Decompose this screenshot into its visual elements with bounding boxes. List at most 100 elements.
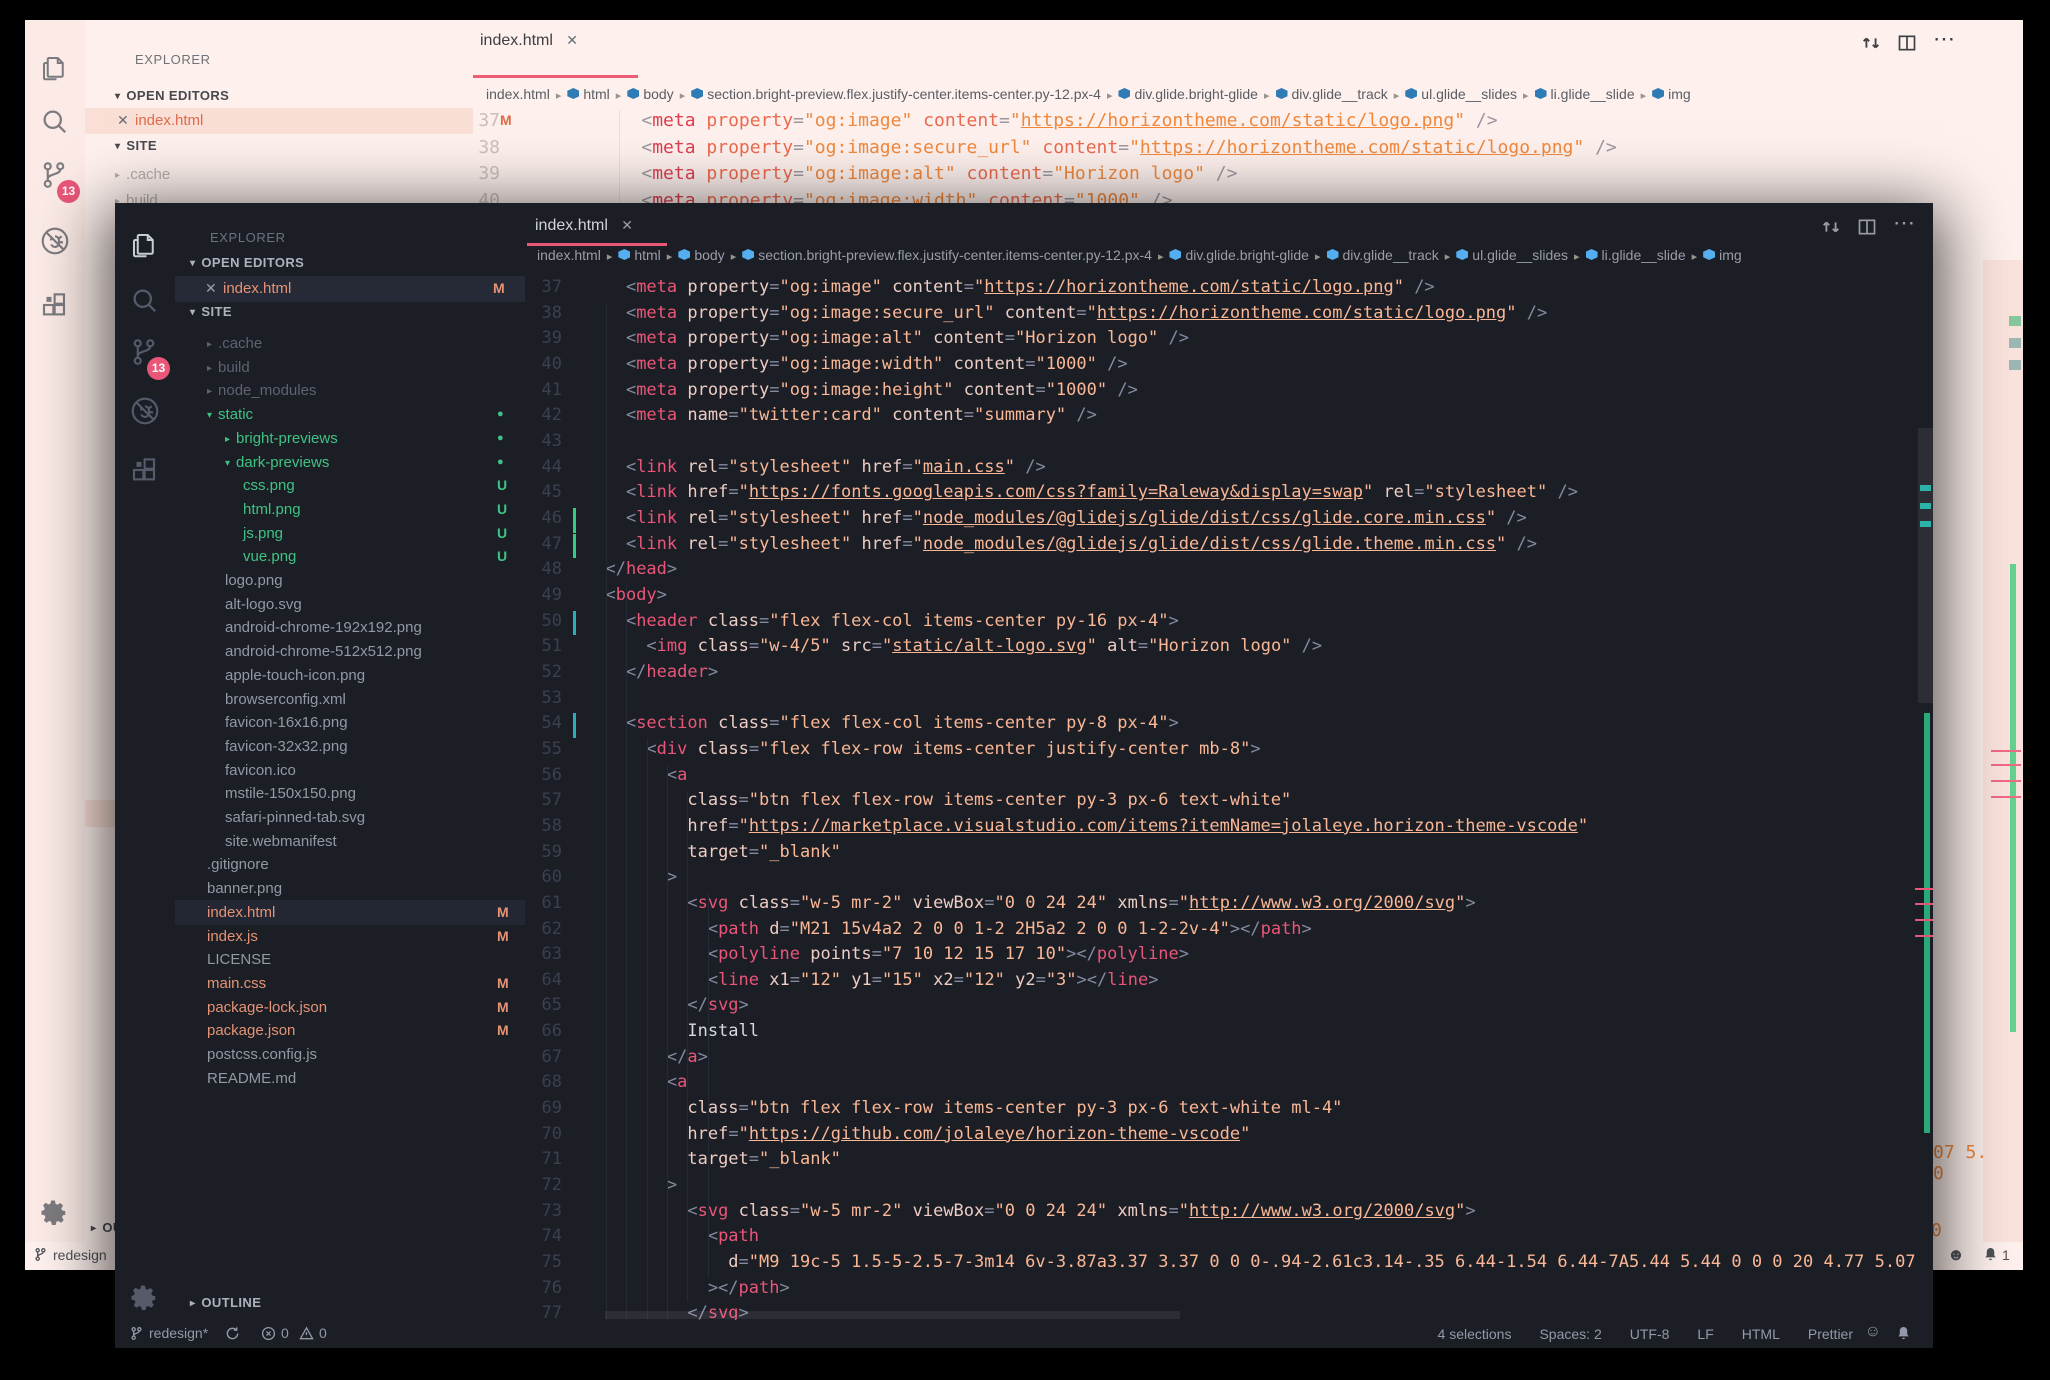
source-control-icon[interactable]: 13 [129,337,161,369]
settings-gear-icon[interactable] [39,1198,71,1230]
tree-item-vue.png[interactable]: vue.pngU [175,544,525,569]
tree-item-logo.png[interactable]: logo.png [175,568,525,593]
open-changes-icon[interactable] [1820,216,1842,238]
search-icon[interactable] [39,106,71,138]
tree-item-favicon-16x16.png[interactable]: favicon-16x16.png [175,710,525,735]
git-branch-label[interactable]: redesign [53,1247,107,1263]
code-line-55[interactable]: <div class="flex flex-row items-center j… [585,739,1915,759]
code-line-71[interactable]: target="_blank" [585,1149,1915,1169]
tree-item-banner.png[interactable]: banner.png [175,876,525,901]
breadcrumb-item[interactable]: section.bright-preview.flex.justify-cent… [758,247,1152,263]
breadcrumb-item[interactable]: html [634,247,660,263]
feedback-smiley-icon[interactable]: ☺ [1865,1323,1881,1341]
errors-icon[interactable] [261,1326,276,1341]
code-line-37[interactable]: <meta property="og:image" content="https… [585,277,1915,297]
code-line-37[interactable]: <meta property="og:image" content="https… [598,110,1983,131]
code-line-54[interactable]: <section class="flex flex-col items-cent… [585,713,1915,733]
outline-header[interactable]: ▸OUTLINE [190,1295,261,1310]
tree-item-browserconfig.xml[interactable]: browserconfig.xml [175,687,525,712]
tree-item-.gitignore[interactable]: .gitignore [175,852,525,877]
code-line-38[interactable]: <meta property="og:image:secure_url" con… [585,303,1915,323]
code-line-67[interactable]: </a> [585,1047,1915,1067]
site-section-header[interactable]: ▾SITE [190,304,232,319]
breadcrumb-item[interactable]: div.glide.bright-glide [1185,247,1308,263]
code-line-75[interactable]: d="M9 19c-5 1.5-5-2.5-7-3m14 6v-3.87a3.3… [585,1252,1915,1272]
debug-disabled-icon[interactable] [129,395,161,427]
code-line-69[interactable]: class="btn flex flex-row items-center py… [585,1098,1915,1118]
tree-item-dark-previews[interactable]: ▾dark-previews● [175,450,525,475]
git-branch-label[interactable]: redesign* [149,1325,208,1341]
tree-item-favicon-32x32.png[interactable]: favicon-32x32.png [175,734,525,759]
code-line-68[interactable]: <a [585,1072,1915,1092]
breadcrumb-item[interactable]: ul.glide__slides [1421,86,1517,102]
code-line-65[interactable]: </svg> [585,995,1915,1015]
close-icon[interactable]: ✕ [205,280,217,297]
code-line-51[interactable]: <img class="w-4/5" src="static/alt-logo.… [585,636,1915,656]
open-editor-row[interactable]: ✕ index.html M [85,108,473,134]
breadcrumb-item[interactable]: body [694,247,724,263]
tree-item-package-lock.json[interactable]: package-lock.jsonM [175,995,525,1020]
breadcrumb-item[interactable]: li.glide__slide [1602,247,1686,263]
git-branch-icon[interactable] [33,1247,48,1262]
close-icon[interactable]: ✕ [117,112,129,129]
code-line-64[interactable]: <line x1="12" y1="15" x2="12" y2="3"></l… [585,970,1915,990]
code-line-44[interactable]: <link rel="stylesheet" href="main.css" /… [585,457,1915,477]
tree-item-main.css[interactable]: main.cssM [175,971,525,996]
tab-index-html[interactable]: index.html ✕ [480,32,578,50]
breadcrumb-item[interactable]: img [1668,86,1691,102]
code-line-47[interactable]: <link rel="stylesheet" href="node_module… [585,534,1915,554]
code-line-41[interactable]: <meta property="og:image:height" content… [585,380,1915,400]
git-branch-icon[interactable] [129,1326,144,1341]
tree-item-index.html[interactable]: index.htmlM [175,900,525,925]
code-line-48[interactable]: </head> [585,559,1915,579]
code-line-76[interactable]: ></path> [585,1278,1915,1298]
tree-item-site.webmanifest[interactable]: site.webmanifest [175,829,525,854]
code-line-63[interactable]: <polyline points="7 10 12 15 17 10"></po… [585,944,1915,964]
open-editor-name[interactable]: index.html [135,112,203,129]
code-line-66[interactable]: Install [585,1021,1915,1041]
tree-item-.cache[interactable]: ▸.cache [175,331,525,356]
breadcrumb-item[interactable]: div.glide__track [1292,86,1388,102]
code-line-39[interactable]: <meta property="og:image:alt" content="H… [585,328,1915,348]
tree-item-package.json[interactable]: package.jsonM [175,1018,525,1043]
split-editor-icon[interactable] [1897,33,1917,53]
open-editors-header[interactable]: ▾OPEN EDITORS [190,255,304,270]
tree-item-alt-logo.svg[interactable]: alt-logo.svg [175,592,525,617]
code-line-38[interactable]: <meta property="og:image:secure_url" con… [598,137,1983,158]
more-actions-icon[interactable]: ⋯ [1893,210,1915,236]
tree-item-build[interactable]: ▸build [175,355,525,380]
tree-item-safari-pinned-tab.svg[interactable]: safari-pinned-tab.svg [175,805,525,830]
notifications-bell-icon[interactable] [1896,1326,1911,1341]
breadcrumb[interactable]: index.html▸html▸body▸section.bright-prev… [537,247,1742,263]
code-line-46[interactable]: <link rel="stylesheet" href="node_module… [585,508,1915,528]
open-editor-row[interactable]: ✕ index.html M [175,276,525,302]
horizontal-scrollbar[interactable] [605,1311,1180,1319]
status-item[interactable]: HTML [1742,1326,1780,1342]
status-item[interactable]: UTF-8 [1630,1326,1670,1342]
tree-item-static[interactable]: ▾static● [175,402,525,427]
tree-item-android-chrome-192x192.png[interactable]: android-chrome-192x192.png [175,615,525,640]
breadcrumb-item[interactable]: html [583,86,609,102]
open-editors-header[interactable]: ▾OPEN EDITORS [115,88,229,103]
code-line-62[interactable]: <path d="M21 15v4a2 2 0 0 1-2 2H5a2 2 0 … [585,919,1915,939]
tab-index-html[interactable]: index.html ✕ [535,217,633,235]
breadcrumb[interactable]: index.html▸html▸body▸section.bright-prev… [486,86,1691,102]
code-line-74[interactable]: <path [585,1226,1915,1246]
tree-item-LICENSE[interactable]: LICENSE [175,947,525,972]
code-line-50[interactable]: <header class="flex flex-col items-cente… [585,611,1915,631]
status-item[interactable]: Spaces: 2 [1539,1326,1601,1342]
tree-item-.cache[interactable]: ▸.cache [115,162,465,187]
open-editor-name[interactable]: index.html [223,280,291,297]
tree-item-android-chrome-512x512.png[interactable]: android-chrome-512x512.png [175,639,525,664]
scrollbar-thumb[interactable] [1918,428,1933,703]
tree-item-index.js[interactable]: index.jsM [175,924,525,949]
more-actions-icon[interactable]: ⋯ [1933,26,1955,52]
code-line-39[interactable]: <meta property="og:image:alt" content="H… [598,163,1983,184]
breadcrumb-item[interactable]: index.html [486,86,550,102]
code-line-61[interactable]: <svg class="w-5 mr-2" viewBox="0 0 24 24… [585,893,1915,913]
files-explorer-icon[interactable] [39,53,71,85]
files-explorer-icon[interactable] [129,230,161,262]
status-item[interactable]: LF [1697,1326,1713,1342]
code-line-57[interactable]: class="btn flex flex-row items-center py… [585,790,1915,810]
close-icon[interactable]: ✕ [621,217,633,233]
